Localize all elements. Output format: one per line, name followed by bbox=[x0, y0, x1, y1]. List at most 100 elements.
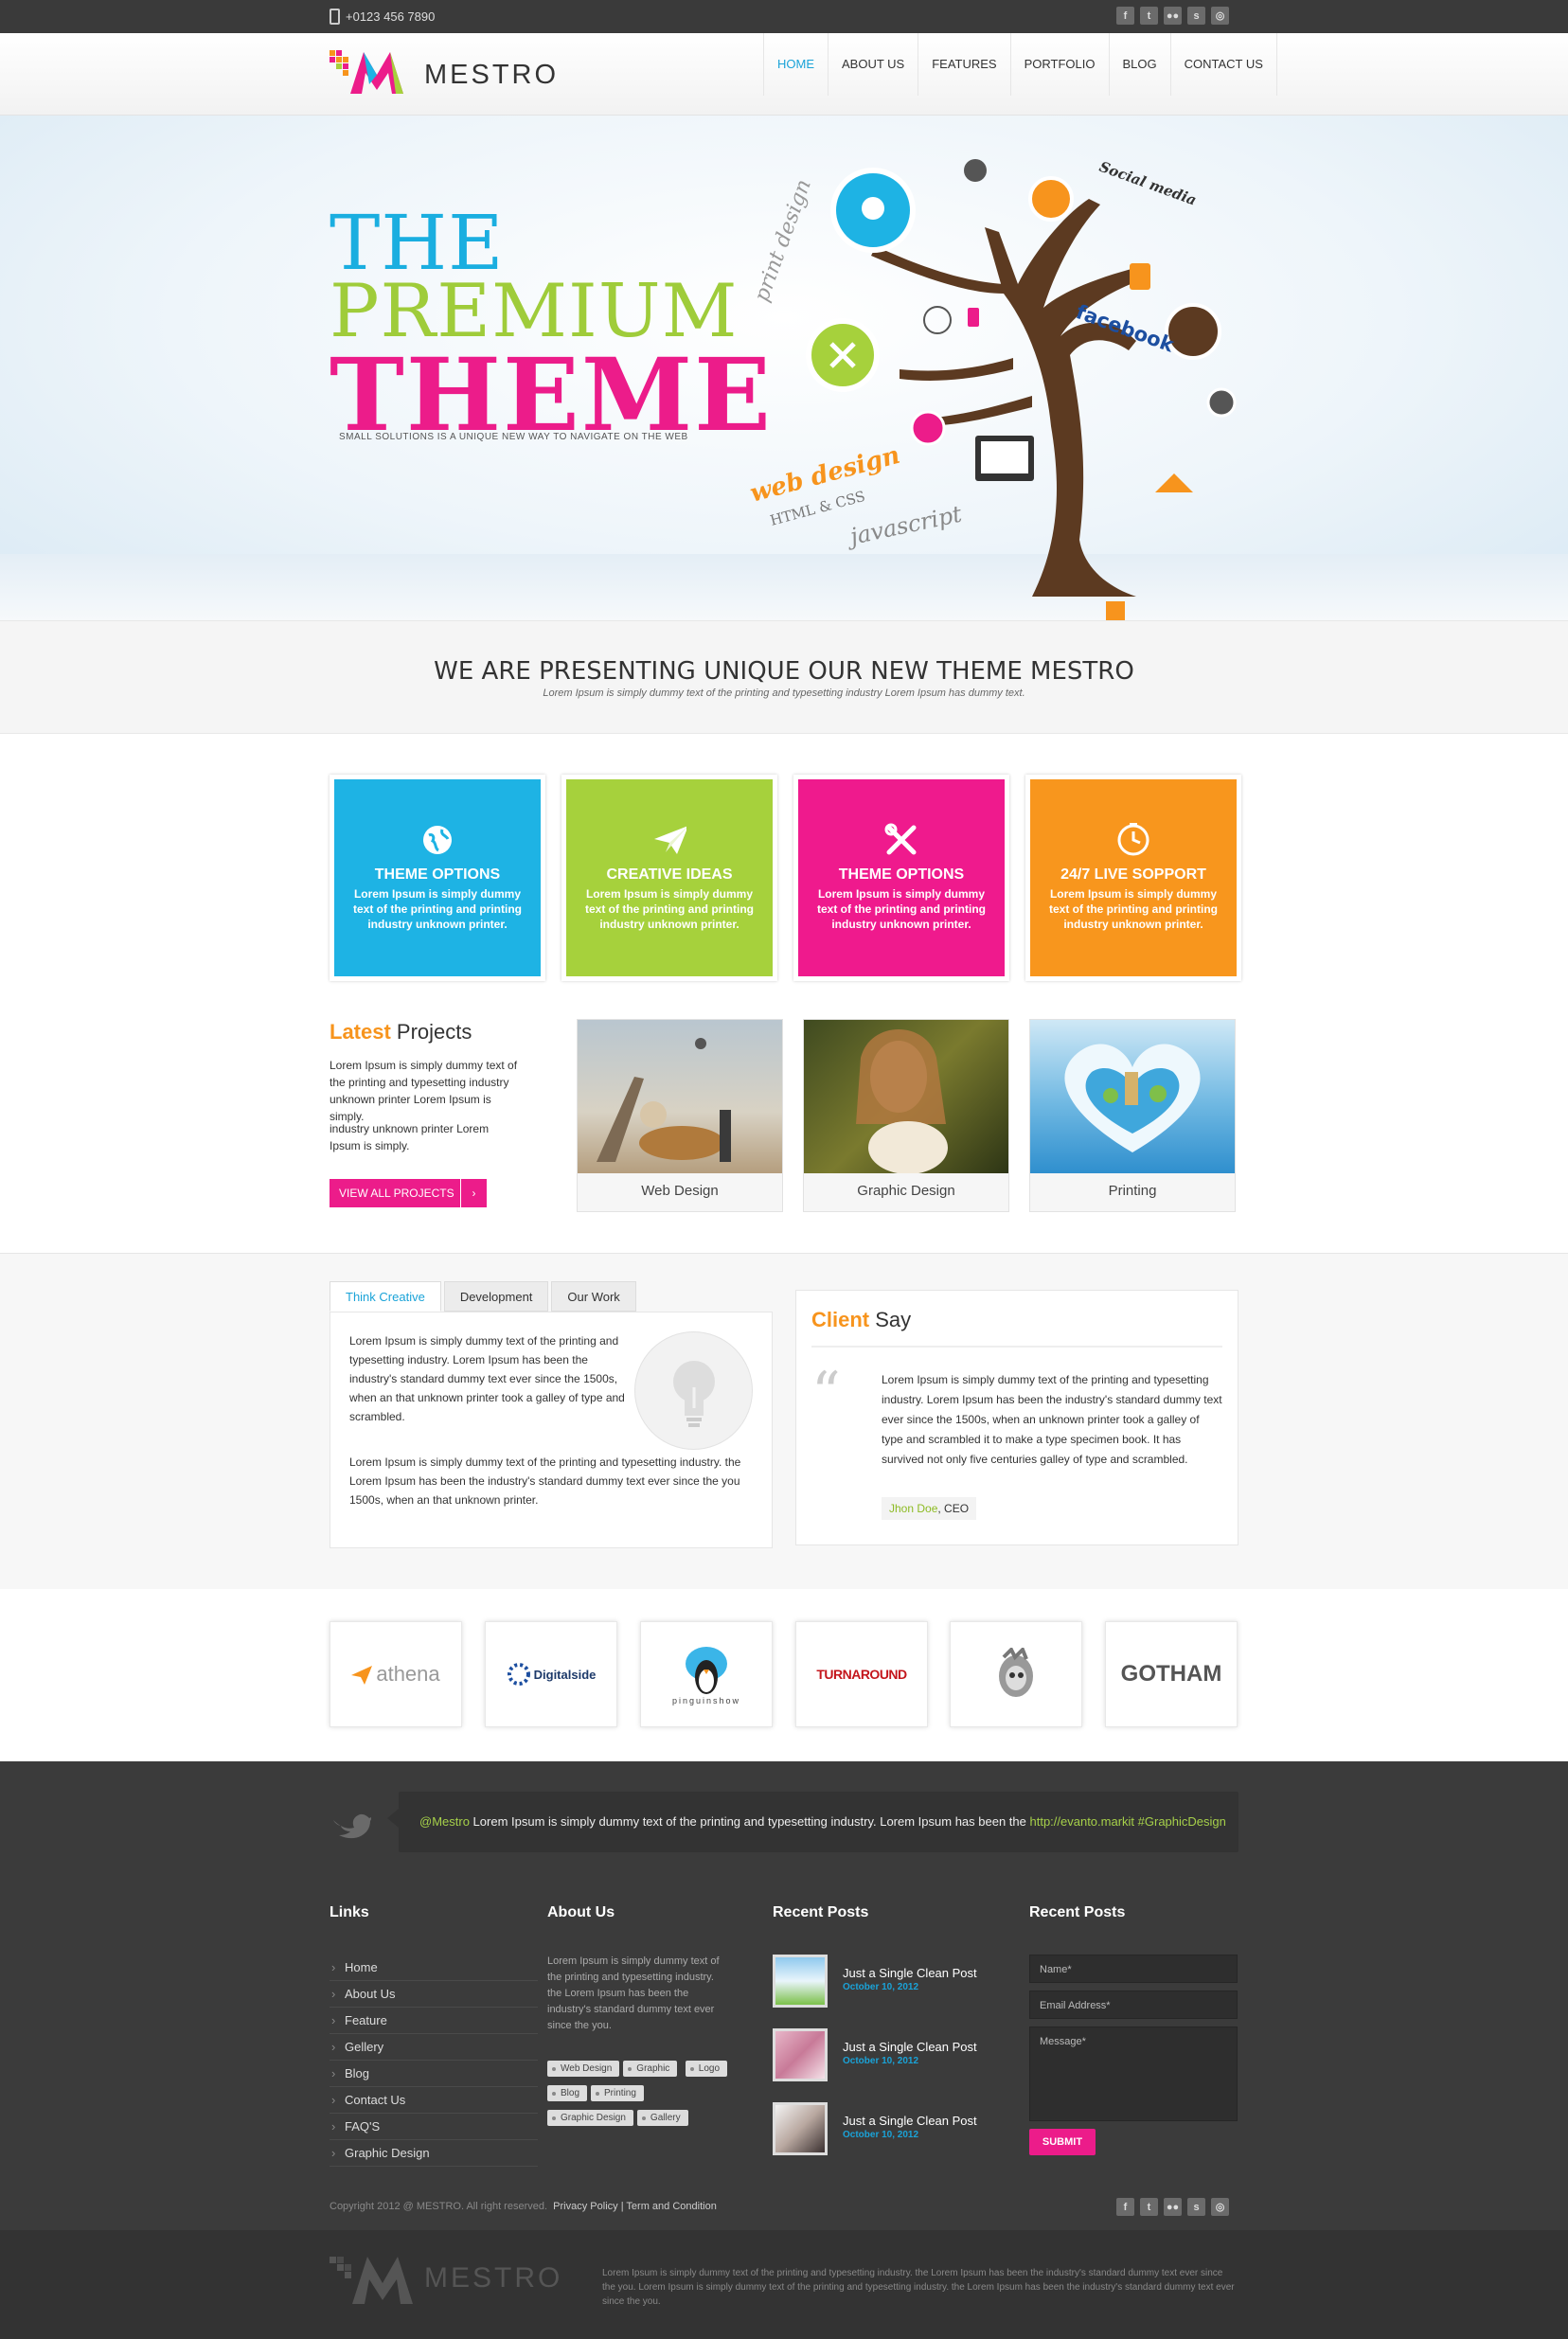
feature-box[interactable]: THEME OPTIONS Lorem Ipsum is simply dumm… bbox=[330, 775, 545, 981]
view-all-projects-button[interactable]: VIEW ALL PROJECTS › bbox=[330, 1179, 487, 1207]
partner-logo[interactable]: TURNAROUND bbox=[795, 1621, 928, 1727]
project-card[interactable]: Printing bbox=[1029, 1019, 1236, 1212]
post-thumbnail bbox=[773, 2102, 828, 2155]
footer-link-graphic-design[interactable]: Graphic Design bbox=[330, 2140, 538, 2167]
quote-icon: “ bbox=[811, 1360, 841, 1426]
tab-think-creative[interactable]: Think Creative bbox=[330, 1281, 441, 1312]
partner-logo[interactable] bbox=[950, 1621, 1082, 1727]
footer-link-feature[interactable]: Feature bbox=[330, 2008, 538, 2034]
tweet-text: Lorem Ipsum is simply dummy text of the … bbox=[469, 1814, 1030, 1829]
social-media-label: Social media bbox=[1097, 158, 1199, 209]
flickr-icon[interactable]: ●● bbox=[1164, 2198, 1182, 2216]
tab-development[interactable]: Development bbox=[443, 1281, 549, 1312]
intro-band: WE ARE PRESENTING UNIQUE OUR NEW THEME M… bbox=[0, 620, 1568, 734]
tag[interactable]: Blog bbox=[547, 2085, 588, 2101]
print-design-label: print design bbox=[750, 176, 816, 305]
tag[interactable]: Printing bbox=[591, 2085, 644, 2101]
feature-box[interactable]: CREATIVE IDEAS Lorem Ipsum is simply dum… bbox=[561, 775, 777, 981]
form-title: Recent Posts bbox=[1029, 1904, 1126, 1920]
flickr-icon[interactable]: ●● bbox=[1164, 7, 1182, 25]
tag[interactable]: Web Design bbox=[547, 2061, 620, 2077]
lightbulb-icon bbox=[634, 1331, 753, 1450]
partner-name: pinguinshow bbox=[671, 1696, 741, 1705]
footer-link-gallery[interactable]: Gellery bbox=[330, 2034, 538, 2061]
project-card[interactable]: Graphic Design bbox=[803, 1019, 1009, 1212]
recent-post[interactable]: Just a Single Clean Post October 10, 201… bbox=[773, 1955, 981, 2009]
intro-subtitle: Lorem Ipsum is simply dummy text of the … bbox=[543, 687, 1025, 699]
facebook-icon[interactable]: f bbox=[1116, 7, 1134, 25]
recent-post[interactable]: Just a Single Clean Post October 10, 201… bbox=[773, 2028, 981, 2083]
post-thumbnail bbox=[773, 2028, 828, 2081]
partner-logo[interactable]: GOTHAM bbox=[1105, 1621, 1238, 1727]
terms-link[interactable]: Term and Condition bbox=[626, 2201, 716, 2212]
tools-icon bbox=[884, 823, 918, 857]
post-title[interactable]: Just a Single Clean Post bbox=[843, 1966, 977, 1980]
phone-number: +0123 456 7890 bbox=[330, 9, 435, 25]
dribbble-icon[interactable]: ◎ bbox=[1211, 2198, 1229, 2216]
partner-logo[interactable]: athena bbox=[330, 1621, 462, 1727]
footer-link-faq[interactable]: FAQ'S bbox=[330, 2114, 538, 2140]
email-field[interactable]: Email Address* bbox=[1029, 1991, 1238, 2019]
feature-box[interactable]: 24/7 LIVE SOPPORT Lorem Ipsum is simply … bbox=[1025, 775, 1241, 981]
name-field[interactable]: Name* bbox=[1029, 1955, 1238, 1983]
client-highlight: Client bbox=[811, 1308, 870, 1331]
mascot-icon bbox=[999, 1648, 1033, 1697]
feature-title: THEME OPTIONS bbox=[838, 866, 965, 883]
footer-link-blog[interactable]: Blog bbox=[330, 2061, 538, 2087]
twitter-bird-icon bbox=[333, 1813, 371, 1839]
nav-features[interactable]: FEATURES bbox=[918, 33, 1009, 96]
tag[interactable]: Gallery bbox=[636, 2110, 688, 2126]
about-title: About Us bbox=[547, 1904, 615, 1920]
footer-link-home[interactable]: Home bbox=[330, 1955, 538, 1981]
footer-social-links: f t ●● s ◎ bbox=[1116, 2198, 1229, 2216]
tag[interactable]: Logo bbox=[685, 2061, 728, 2077]
post-title[interactable]: Just a Single Clean Post bbox=[843, 2114, 977, 2128]
tab-our-work[interactable]: Our Work bbox=[551, 1281, 636, 1312]
site-logo[interactable]: MESTRO bbox=[330, 46, 557, 96]
partner-name: TURNAROUND bbox=[816, 1667, 907, 1682]
partner-name: Digitalside bbox=[533, 1667, 597, 1682]
nav-contact-us[interactable]: CONTACT US bbox=[1169, 33, 1277, 96]
feature-box[interactable]: THEME OPTIONS Lorem Ipsum is simply dumm… bbox=[793, 775, 1009, 981]
tag[interactable]: Graphic bbox=[623, 2061, 678, 2077]
recent-post[interactable]: Just a Single Clean Post October 10, 201… bbox=[773, 2102, 981, 2157]
skype-icon[interactable]: s bbox=[1187, 7, 1205, 25]
feature-title: THEME OPTIONS bbox=[374, 866, 501, 883]
feature-text: Lorem Ipsum is simply dummy text of the … bbox=[353, 887, 522, 931]
submit-button[interactable]: SUBMIT bbox=[1029, 2129, 1096, 2155]
nav-about-us[interactable]: ABOUT US bbox=[828, 33, 918, 96]
project-image bbox=[578, 1020, 782, 1173]
project-caption: Web Design bbox=[641, 1183, 719, 1199]
facebook-icon[interactable]: f bbox=[1116, 2198, 1134, 2216]
tweet-handle[interactable]: @Mestro bbox=[419, 1814, 470, 1829]
tweet-link[interactable]: http://evanto.markit #GraphicDesign bbox=[1029, 1814, 1225, 1829]
footer-logo-mark-icon bbox=[330, 2257, 413, 2304]
project-caption: Graphic Design bbox=[857, 1183, 955, 1199]
feature-text: Lorem Ipsum is simply dummy text of the … bbox=[817, 887, 986, 931]
dribbble-icon[interactable]: ◎ bbox=[1211, 7, 1229, 25]
client-rest: Say bbox=[875, 1308, 912, 1331]
twitter-icon[interactable]: t bbox=[1140, 2198, 1158, 2216]
latest-highlight: Latest bbox=[330, 1020, 391, 1044]
latest-projects-title: Latest Projects bbox=[330, 1020, 472, 1045]
nav-blog[interactable]: BLOG bbox=[1108, 33, 1170, 96]
project-card[interactable]: Web Design bbox=[577, 1019, 783, 1212]
intro-title: WE ARE PRESENTING UNIQUE OUR NEW THEME M… bbox=[434, 657, 1134, 686]
nav-portfolio[interactable]: PORTFOLIO bbox=[1009, 33, 1109, 96]
footer-link-about[interactable]: About Us bbox=[330, 1981, 538, 2008]
partner-logo[interactable]: pinguinshow bbox=[640, 1621, 773, 1727]
privacy-link[interactable]: Privacy Policy bbox=[553, 2201, 617, 2212]
globe-icon bbox=[420, 823, 454, 857]
nav-home[interactable]: HOME bbox=[763, 33, 828, 96]
project-image bbox=[1030, 1020, 1235, 1173]
tag[interactable]: Graphic Design bbox=[547, 2110, 633, 2126]
tabs-section bbox=[0, 1253, 1568, 1589]
post-title[interactable]: Just a Single Clean Post bbox=[843, 2040, 977, 2054]
feature-title: 24/7 LIVE SOPPORT bbox=[1060, 866, 1206, 883]
message-field[interactable]: Message* bbox=[1029, 2027, 1238, 2121]
partner-logo[interactable]: Digitalside bbox=[485, 1621, 617, 1727]
twitter-icon[interactable]: t bbox=[1140, 7, 1158, 25]
author-role: , CEO bbox=[937, 1502, 970, 1515]
footer-link-contact[interactable]: Contact Us bbox=[330, 2087, 538, 2114]
skype-icon[interactable]: s bbox=[1187, 2198, 1205, 2216]
